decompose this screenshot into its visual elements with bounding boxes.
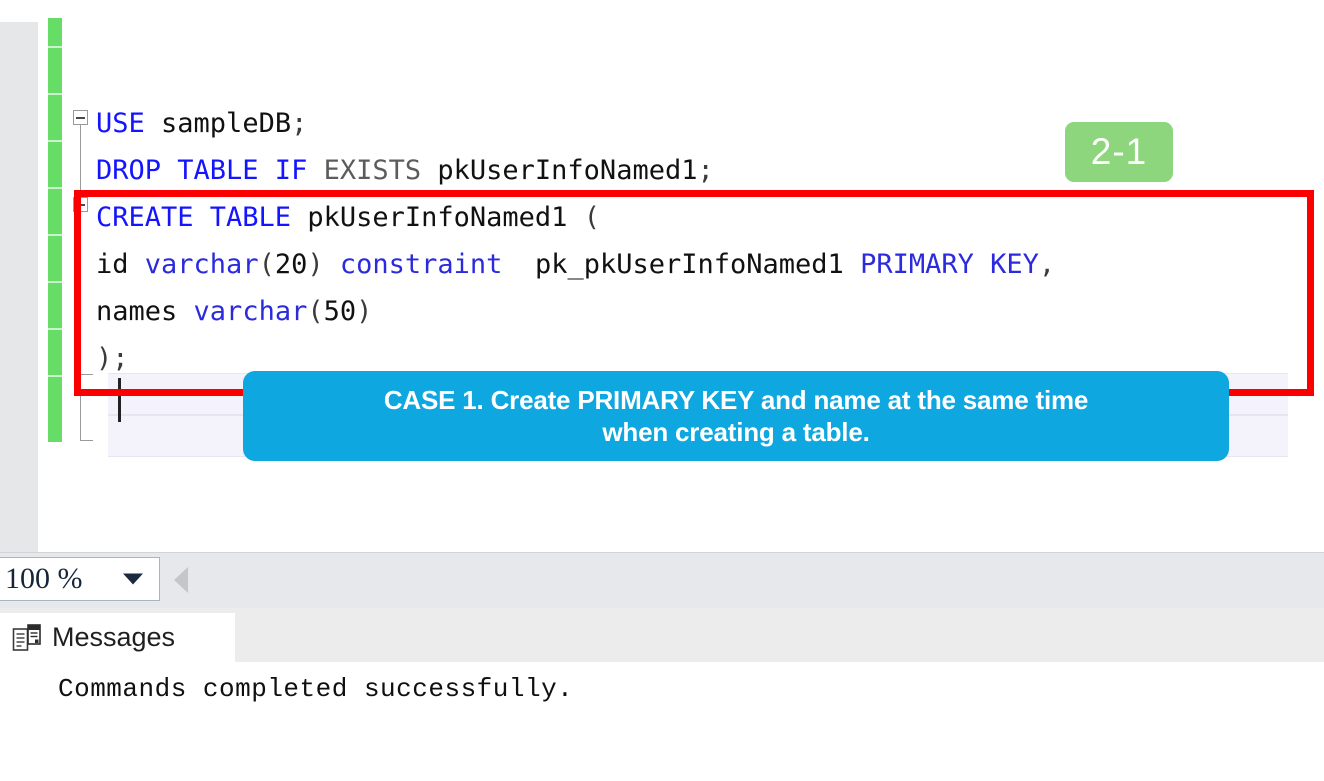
line-drop[interactable]: DROP TABLE IF EXISTS pkUserInfoNamed1;	[96, 147, 714, 194]
code-token: 50	[323, 296, 357, 327]
code-token: names	[96, 296, 194, 327]
text-caret	[118, 378, 121, 422]
messages-icon	[12, 623, 42, 653]
results-pane: Messages Commands completed successfully…	[0, 608, 1324, 781]
code-token: constraint	[339, 249, 503, 280]
step-number-badge: 2-1	[1065, 122, 1173, 182]
pane-collapse-arrow-icon[interactable]	[174, 567, 188, 593]
code-token: ,	[1038, 249, 1056, 280]
change-track-divider	[48, 93, 62, 95]
editor-shell-left-strip	[0, 22, 38, 552]
tab-messages[interactable]: Messages	[0, 613, 235, 662]
code-token: 20	[274, 249, 308, 280]
change-track-divider	[48, 140, 62, 142]
code-token: pkUserInfoNamed1	[421, 155, 698, 186]
fold-region-guide	[80, 388, 81, 440]
change-track-divider	[48, 375, 62, 377]
line-create[interactable]: CREATE TABLE pkUserInfoNamed1 (	[96, 194, 600, 241]
outlining-margin[interactable]	[70, 0, 96, 552]
code-token: ;	[291, 108, 308, 139]
code-token: sampleDB	[144, 108, 292, 139]
chevron-down-icon[interactable]	[123, 573, 143, 585]
code-token: CREATE TABLE	[96, 202, 292, 233]
fold-region-end	[80, 440, 93, 441]
line-use[interactable]: USE sampleDB;	[96, 100, 307, 147]
change-track-divider	[48, 328, 62, 330]
messages-output-area[interactable]: Commands completed successfully.	[0, 662, 1324, 781]
code-token: (	[307, 296, 324, 327]
fold-toggle-batch-1-icon[interactable]	[73, 110, 88, 125]
change-track-divider	[48, 234, 62, 236]
code-token: )	[96, 343, 113, 374]
zoom-level-value: 100 %	[5, 562, 83, 595]
callout-line-1: CASE 1. Create PRIMARY KEY and name at t…	[383, 385, 1089, 415]
explanation-callout: CASE 1. Create PRIMARY KEY and name at t…	[243, 371, 1229, 461]
change-track-divider	[48, 187, 62, 189]
changed-lines-indicator	[48, 18, 62, 442]
code-token: ;	[112, 343, 129, 374]
change-track-divider	[48, 281, 62, 283]
fold-toggle-batch-2-icon[interactable]	[73, 197, 88, 212]
code-token: pkUserInfoNamed1	[291, 202, 584, 233]
code-token: EXISTS	[323, 155, 422, 186]
sql-editor-pane[interactable]: USE sampleDB; DROP TABLE IF EXISTS pkUser…	[0, 0, 1324, 552]
results-tabstrip: Messages	[0, 608, 1324, 662]
editor-status-bar: 100 %	[0, 552, 1324, 608]
fold-region-guide	[80, 212, 81, 374]
code-token: varchar	[144, 249, 259, 280]
line-close[interactable]: );	[96, 335, 129, 382]
code-token: USE	[96, 108, 145, 139]
code-token: varchar	[193, 296, 308, 327]
callout-line-2: when creating a table.	[602, 417, 870, 447]
change-track-divider	[48, 46, 62, 48]
line-id-column[interactable]: id varchar(20) constraint pk_pkUserInfoN…	[96, 241, 1055, 288]
code-token: )	[356, 296, 373, 327]
fold-region-end	[80, 374, 93, 375]
code-token: (	[258, 249, 275, 280]
explanation-callout-text: CASE 1. Create PRIMARY KEY and name at t…	[383, 384, 1089, 448]
tab-messages-label: Messages	[52, 622, 176, 652]
code-token: )	[307, 249, 340, 280]
code-token: pk_pkUserInfoNamed1	[502, 249, 861, 280]
zoom-level-combobox[interactable]: 100 %	[0, 557, 160, 601]
code-token: ;	[697, 155, 714, 186]
fold-region-guide	[80, 125, 81, 197]
code-token: PRIMARY KEY	[860, 249, 1039, 280]
code-token: (	[583, 202, 600, 233]
code-text-surface[interactable]: USE sampleDB; DROP TABLE IF EXISTS pkUser…	[96, 0, 1324, 552]
line-names-column[interactable]: names varchar(50)	[96, 288, 372, 335]
messages-output-text: Commands completed successfully.	[58, 674, 574, 704]
code-token: DROP TABLE IF	[96, 155, 324, 186]
code-token: id	[96, 249, 145, 280]
